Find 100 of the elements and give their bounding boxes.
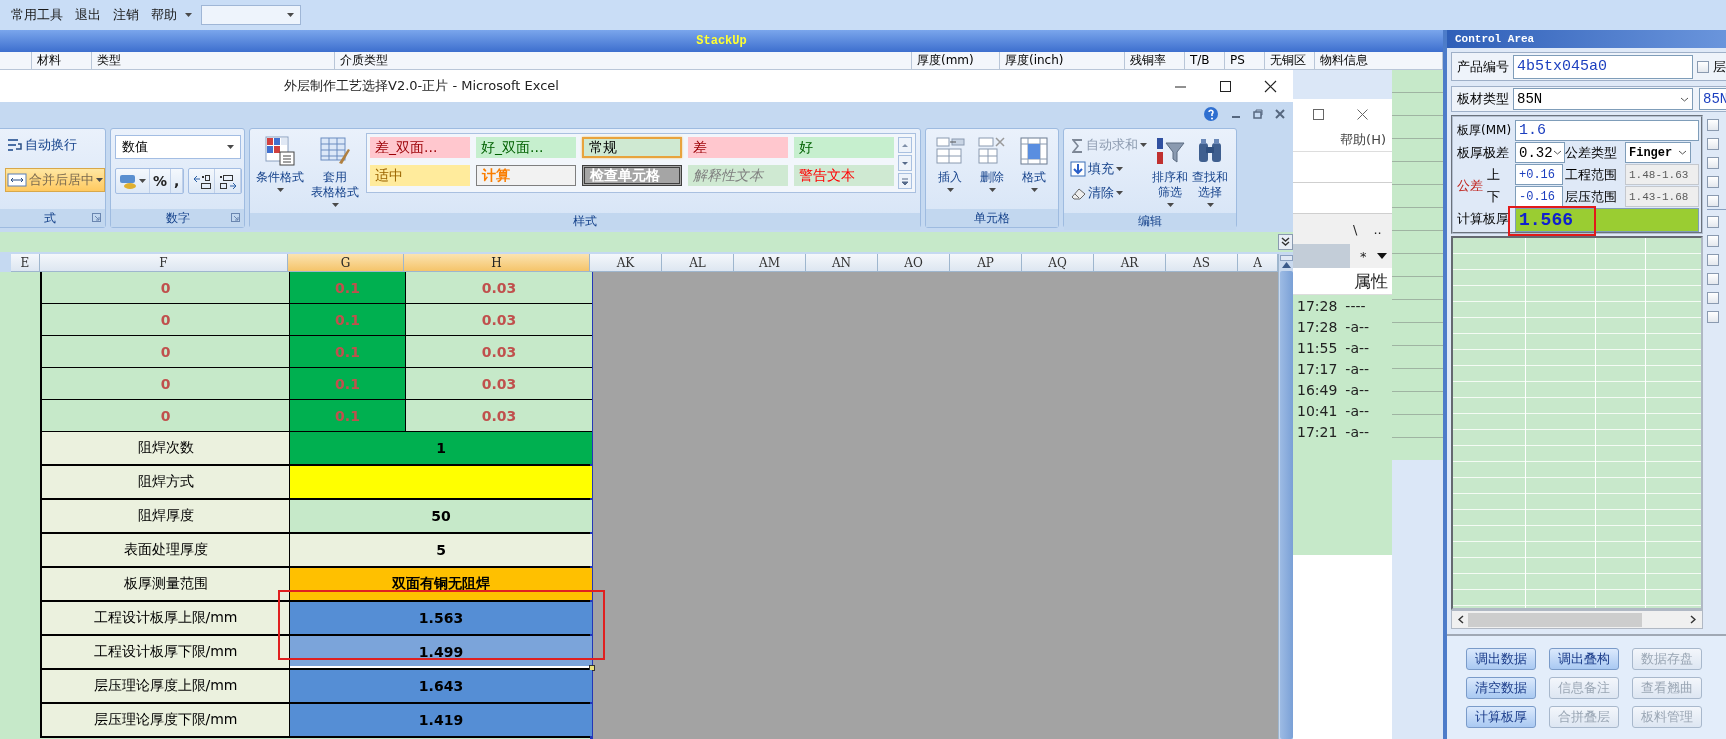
dropdown[interactable]: 85N	[1513, 88, 1693, 110]
input-field[interactable]: 4b5tx045a0	[1513, 54, 1693, 79]
dropdown[interactable]: Finger	[1625, 142, 1691, 163]
checkbox[interactable]	[1707, 176, 1719, 188]
table-cell: 17:21	[1297, 423, 1338, 440]
table-cell: 阻焊方式	[42, 466, 290, 498]
column-header[interactable]: AQ	[1022, 254, 1094, 272]
toolbar-text[interactable]: \	[1353, 221, 1358, 237]
menu-item[interactable]: 退出	[70, 3, 106, 27]
cell-style[interactable]: 好_双面...	[476, 137, 576, 158]
checkbox[interactable]	[1707, 138, 1719, 150]
column-header[interactable]: G	[288, 254, 404, 272]
checkbox[interactable]	[1707, 216, 1719, 228]
column-header[interactable]: E	[11, 254, 40, 272]
column-header[interactable]: AR	[1094, 254, 1166, 272]
column-header[interactable]: AK	[590, 254, 662, 272]
help-icon[interactable]	[1203, 106, 1219, 122]
ribbon-button[interactable]: 合并后居中	[5, 168, 105, 192]
checkbox[interactable]	[1697, 60, 1709, 73]
restore-icon[interactable]	[1253, 109, 1263, 119]
ribbon-button[interactable]: 条件格式	[254, 133, 306, 194]
checkbox[interactable]	[1707, 195, 1719, 207]
menu-item[interactable]: 帮助	[146, 3, 197, 27]
checkbox[interactable]	[1707, 311, 1719, 323]
field-label: 板厚(MM)	[1457, 122, 1513, 139]
input-field[interactable]: 1.6	[1515, 120, 1699, 141]
split-handle[interactable]	[1279, 255, 1293, 261]
ribbon-button[interactable]: 清除	[1068, 181, 1150, 205]
field-label: 板材类型	[1457, 90, 1509, 108]
more-icon[interactable]	[898, 173, 912, 189]
ribbon-button[interactable]: 自动换行	[5, 133, 79, 157]
table-cell: 阻焊次数	[42, 432, 290, 464]
format-dropdown[interactable]: 数值	[115, 135, 241, 159]
menu-item[interactable]: 注销	[108, 3, 144, 27]
action-button[interactable]: 清空数据	[1466, 677, 1536, 699]
checkbox[interactable]	[1707, 235, 1719, 247]
dropdown[interactable]: 0.32	[1515, 142, 1565, 163]
cell-style[interactable]: 常规	[582, 137, 682, 158]
ribbon-button[interactable]: 填充	[1068, 157, 1150, 181]
column-header[interactable]: H	[404, 254, 590, 272]
cell-style[interactable]: 适中	[370, 165, 470, 186]
toolbar-text[interactable]: *	[1360, 248, 1367, 264]
column-header[interactable]: A	[1238, 254, 1278, 272]
checkbox[interactable]	[1707, 292, 1719, 304]
scroll-right-icon[interactable]	[1690, 615, 1696, 624]
table-cell: -a--	[1345, 318, 1370, 335]
input-field[interactable]: +0.16	[1515, 164, 1563, 185]
expand-button[interactable]	[1278, 234, 1293, 250]
table-cell: 工程设计板厚下限/mm	[42, 636, 290, 668]
column-header[interactable]: AO	[878, 254, 950, 272]
ribbon-button[interactable]: 套用 表格格式	[309, 133, 361, 209]
combo-box[interactable]	[201, 5, 301, 25]
format-button[interactable]: %	[150, 169, 172, 193]
cell-style[interactable]: 差	[688, 137, 788, 158]
column-header: 厚度(mm)	[912, 52, 1000, 69]
menu-item[interactable]: 常用工具	[6, 3, 68, 27]
checkbox[interactable]	[1707, 273, 1719, 285]
column-header[interactable]: F	[40, 254, 288, 272]
colored-grid-icon	[264, 135, 296, 167]
cell-style[interactable]: 好	[794, 137, 894, 158]
close-icon[interactable]	[1264, 79, 1277, 93]
input-field[interactable]: -0.16	[1515, 186, 1563, 207]
scroll-thumb[interactable]	[1468, 612, 1642, 627]
scroll-down-icon[interactable]	[898, 155, 912, 171]
column-header[interactable]: AM	[734, 254, 806, 272]
scroll-up-icon[interactable]	[898, 137, 912, 153]
caret-icon	[96, 178, 103, 182]
scroll-left-icon[interactable]	[1458, 615, 1464, 624]
action-button[interactable]: 计算板厚	[1466, 706, 1536, 728]
ribbon-button[interactable]: 查找和 选择	[1190, 133, 1230, 209]
maximize-icon[interactable]	[1219, 79, 1232, 93]
column-header[interactable]: AP	[950, 254, 1022, 272]
ribbon-button[interactable]: 删除	[974, 133, 1010, 194]
group-label: 编辑	[1138, 213, 1162, 230]
menu-item[interactable]: 帮助(H)	[1340, 131, 1386, 149]
checkbox[interactable]	[1707, 157, 1719, 169]
action-button[interactable]: 调出叠构	[1549, 648, 1619, 670]
input-field[interactable]	[1293, 244, 1350, 268]
column-header: 残铜率	[1125, 52, 1185, 69]
ribbon-button[interactable]: 插入	[932, 133, 968, 194]
column-header[interactable]: AN	[806, 254, 878, 272]
checkbox[interactable]	[1707, 254, 1719, 266]
column-header[interactable]: AS	[1166, 254, 1238, 272]
cell-style[interactable]: 差_双面...	[370, 137, 470, 158]
launcher-icon[interactable]	[92, 213, 101, 222]
action-button[interactable]: 调出数据	[1466, 648, 1536, 670]
caret-icon[interactable]	[1376, 253, 1387, 259]
column-header[interactable]: AL	[662, 254, 734, 272]
toolbar-text[interactable]: ..	[1373, 221, 1382, 237]
format-button[interactable]: ,	[171, 169, 184, 193]
fill-handle[interactable]	[589, 665, 595, 671]
ribbon-button[interactable]: 格式	[1016, 133, 1052, 194]
window-title: 外层制作工艺选择V2.0-正片 - Microsoft Excel	[284, 77, 559, 95]
checkbox[interactable]	[1707, 119, 1719, 131]
launcher-icon[interactable]	[231, 213, 240, 222]
caret-icon	[139, 179, 146, 183]
ribbon-button[interactable]: 排序和 筛选	[1150, 133, 1190, 209]
table-cell: 0.1	[290, 272, 406, 304]
scroll-up-icon[interactable]	[1281, 261, 1291, 269]
table-cell: 0.03	[406, 368, 592, 400]
